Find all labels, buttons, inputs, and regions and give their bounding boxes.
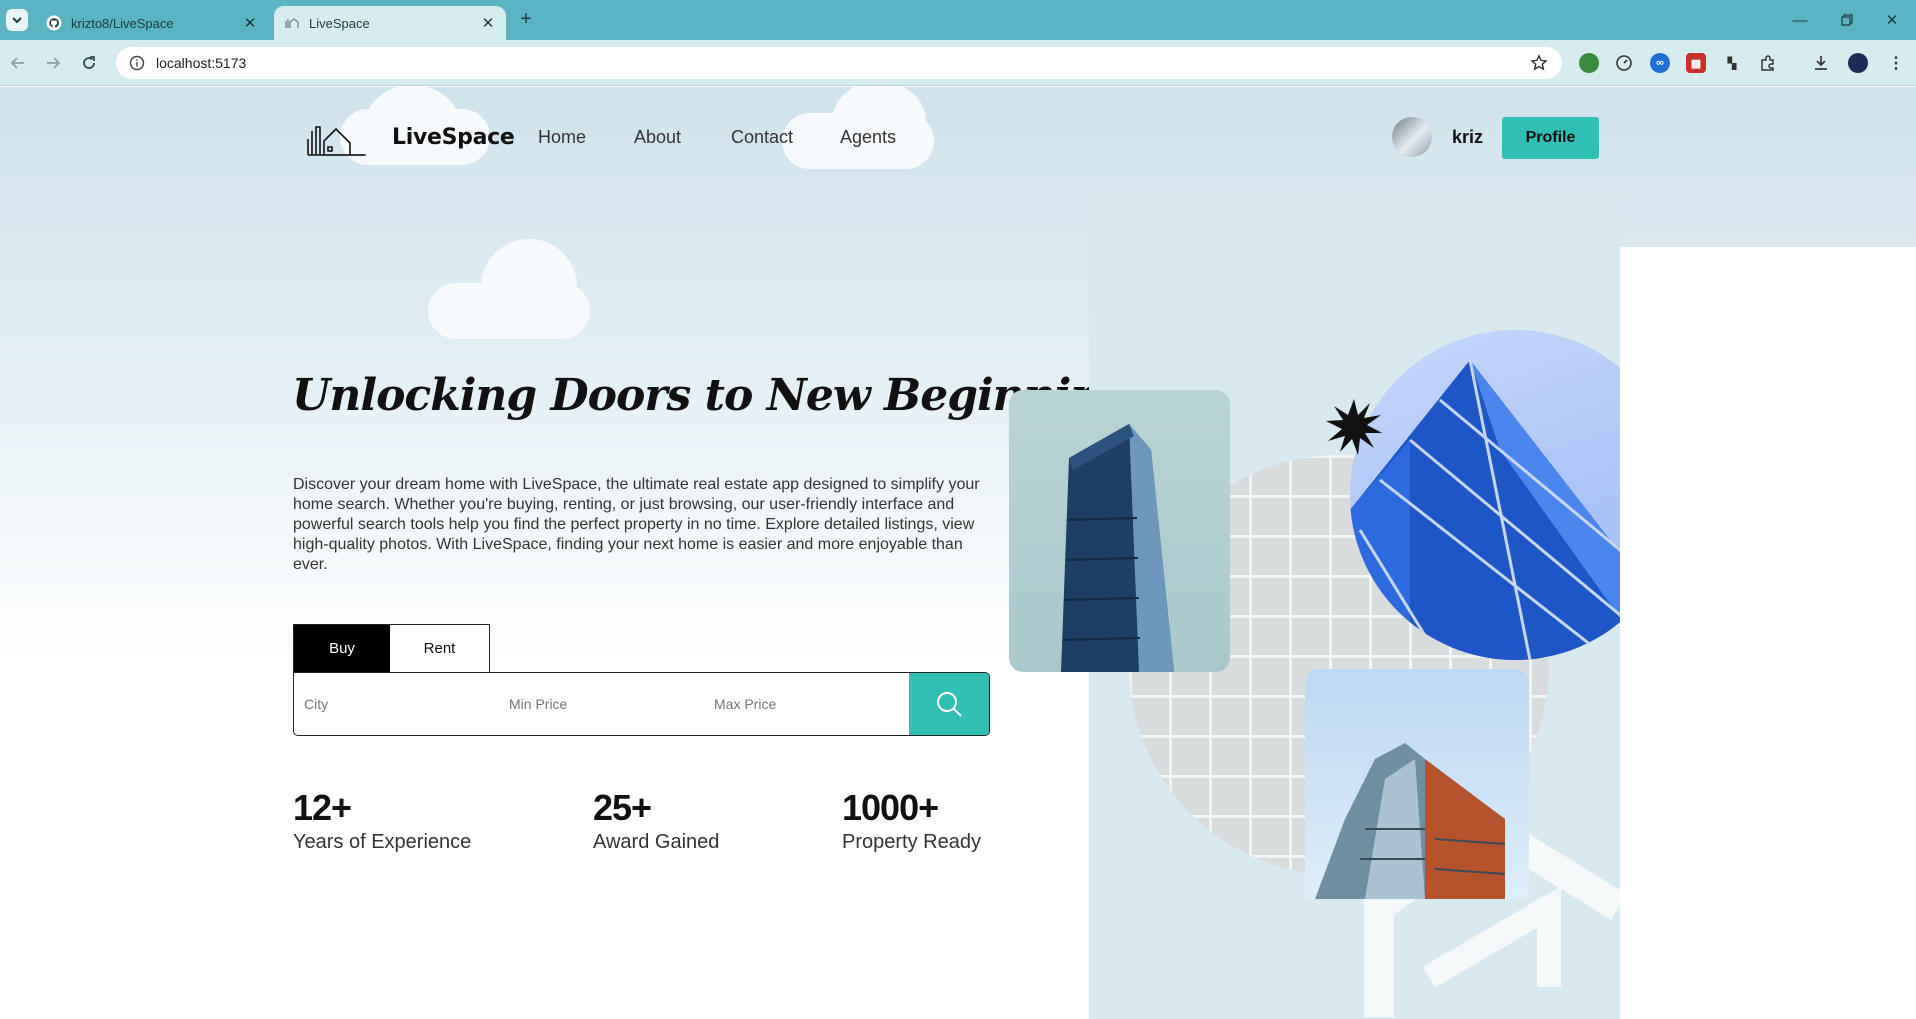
browser-menu-icon[interactable]: ⋮ [1886, 53, 1906, 73]
extension-red-icon[interactable]: ▦ [1686, 53, 1706, 73]
browser-tab[interactable]: krizto8/LiveSpace ✕ [36, 6, 268, 40]
browser-profile-avatar[interactable] [1848, 53, 1868, 73]
site-info-icon[interactable] [128, 54, 146, 72]
github-icon [46, 15, 62, 31]
address-bar[interactable]: localhost:5173 [116, 47, 1562, 79]
forward-arrow-icon[interactable] [41, 51, 65, 75]
livespace-logo-icon [307, 126, 366, 156]
chevron-down-icon [12, 17, 22, 24]
new-tab-button[interactable]: + [516, 9, 536, 30]
page-viewport: LiveSpace Home About Contact Agents kriz… [0, 87, 1916, 1019]
browser-tab-bar: krizto8/LiveSpace ✕ LiveSpace ✕ + — ✕ [0, 0, 1916, 40]
download-icon[interactable] [1811, 53, 1831, 73]
tab-title: krizto8/LiveSpace [71, 15, 174, 31]
browser-toolbar: localhost:5173 ∞ ▦ ▚ ⋮ [0, 40, 1916, 86]
property-search-bar [293, 672, 990, 736]
stat-label: Years of Experience [293, 831, 472, 853]
profile-button[interactable]: Profile [1502, 117, 1599, 159]
search-icon [937, 692, 962, 717]
stat-value: 12+ [293, 787, 352, 828]
nav-agents-link[interactable]: Agents [840, 127, 896, 148]
window-close-icon[interactable]: ✕ [1880, 8, 1904, 32]
max-price-input[interactable] [704, 673, 909, 735]
bookmark-star-icon[interactable] [1528, 52, 1550, 74]
minimize-icon[interactable]: — [1788, 8, 1812, 32]
extensions-puzzle-icon[interactable] [1758, 53, 1778, 73]
livespace-favicon-icon [284, 15, 300, 31]
city-input[interactable] [294, 673, 499, 735]
extension-infinity-icon[interactable]: ∞ [1650, 53, 1670, 73]
stat-experience: 12+ Years of Experience [293, 787, 471, 854]
cloud-decoration [481, 239, 577, 335]
nav-contact-link[interactable]: Contact [731, 127, 793, 148]
url-text: localhost:5173 [156, 55, 247, 71]
tower-photo-card [1009, 390, 1230, 672]
starburst-icon [1326, 399, 1382, 455]
stat-label: Property Ready [842, 831, 981, 853]
back-arrow-icon[interactable] [6, 51, 30, 75]
stat-properties: 1000+ Property Ready [842, 787, 981, 854]
hero-description: Discover your dream home with LiveSpace,… [293, 476, 980, 573]
reload-icon[interactable] [77, 51, 101, 75]
brand-name[interactable]: LiveSpace [392, 125, 515, 150]
search-type-tabs: Buy Rent [293, 624, 490, 672]
close-icon[interactable]: ✕ [478, 13, 498, 33]
extension-globe-icon[interactable] [1579, 53, 1599, 73]
stat-label: Award Gained [593, 831, 720, 853]
tab-title: LiveSpace [309, 15, 370, 31]
browser-tab-active[interactable]: LiveSpace ✕ [274, 6, 506, 40]
restore-icon[interactable] [1835, 8, 1859, 32]
stat-awards: 25+ Award Gained [593, 787, 719, 854]
close-icon[interactable]: ✕ [240, 13, 260, 33]
min-price-input[interactable] [499, 673, 704, 735]
tab-search-button[interactable] [6, 9, 28, 31]
brick-building-photo-card [1305, 669, 1529, 899]
tab-rent[interactable]: Rent [390, 625, 489, 672]
nav-about-link[interactable]: About [634, 127, 681, 148]
page-right-gutter [1620, 247, 1916, 1019]
user-avatar[interactable] [1392, 117, 1432, 157]
nav-home-link[interactable]: Home [538, 127, 586, 148]
extension-qr-icon[interactable]: ▚ [1722, 53, 1742, 73]
extension-speed-icon[interactable] [1614, 53, 1634, 73]
tab-buy[interactable]: Buy [294, 625, 390, 672]
stat-value: 1000+ [842, 787, 939, 828]
search-button[interactable] [909, 673, 989, 735]
username[interactable]: kriz [1452, 127, 1483, 148]
stat-value: 25+ [593, 787, 652, 828]
